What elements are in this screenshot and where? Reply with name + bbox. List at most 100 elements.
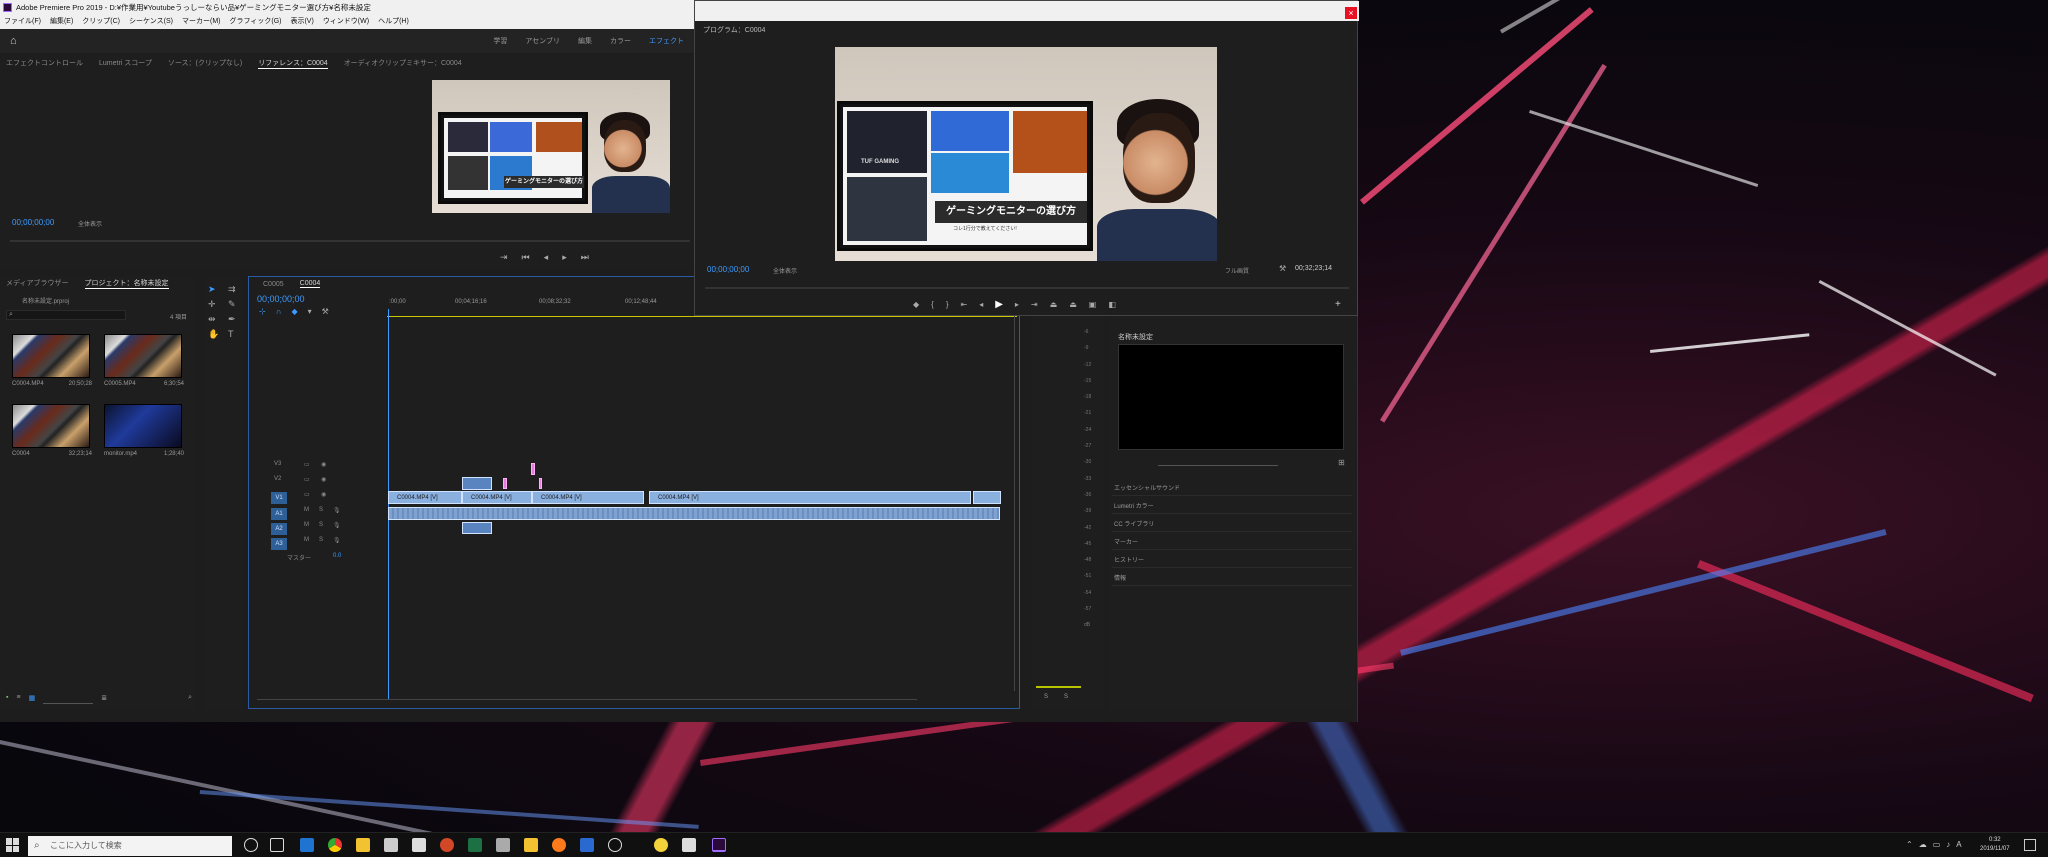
project-item[interactable]: C0004 32;23;14 (12, 404, 92, 457)
menu-marker[interactable]: マーカー(M) (182, 15, 221, 29)
solo-icon[interactable]: S (319, 522, 323, 528)
tab-sequence-c0005[interactable]: C0005 (263, 281, 284, 288)
panel-section[interactable]: 情報 (1112, 570, 1352, 586)
mic-icon[interactable]: 🎙 (333, 522, 341, 529)
play-icon[interactable]: ▶ (995, 299, 1003, 310)
mark-in-icon[interactable]: { (931, 300, 934, 309)
taskbar-clock[interactable]: 0:32 2019/11/07 (1980, 836, 2010, 854)
network-icon[interactable]: ▭ (1933, 840, 1941, 849)
new-layer-icon[interactable]: ⊞ (1338, 458, 1345, 467)
program-zoom-select[interactable]: 全体表示 (773, 266, 797, 275)
panel-section[interactable]: Lumetri カラー (1112, 498, 1352, 514)
toggle-output-icon[interactable]: ▭ (304, 461, 310, 468)
toggle-output-icon[interactable]: ▭ (304, 491, 310, 498)
marker-icon[interactable]: ▾ (308, 307, 312, 316)
panel-section[interactable]: ヒストリー (1112, 552, 1352, 568)
photos-icon[interactable] (682, 838, 696, 852)
panel-section[interactable]: マーカー (1112, 534, 1352, 550)
close-button[interactable]: × (1345, 7, 1357, 19)
program-timecode[interactable]: 00;00;00;00 (707, 265, 749, 274)
video-clip[interactable]: C0004.MP4 [V] (388, 491, 462, 504)
menu-view[interactable]: 表示(V) (290, 15, 313, 29)
premiere-taskbar-icon[interactable] (712, 838, 726, 852)
prev-frame-icon[interactable]: ◂ (544, 252, 549, 263)
ripple-edit-tool-icon[interactable]: ✛ (208, 299, 224, 310)
tab-reference[interactable]: リファレンス：C0004 (258, 58, 328, 69)
program-quality-select[interactable]: フル画質 (1225, 266, 1249, 275)
menu-help[interactable]: ヘルプ(H) (378, 15, 409, 29)
firefox-icon[interactable] (552, 838, 566, 852)
workspace-effects[interactable]: エフェクト (649, 36, 684, 46)
app-blue-icon[interactable] (580, 838, 594, 852)
tab-effect-controls[interactable]: エフェクトコントロール (6, 58, 83, 68)
taskbar-search-input[interactable]: ここに入力して検索 (28, 836, 232, 856)
graphics-zoom-slider[interactable] (1158, 460, 1278, 466)
find-icon[interactable]: ⌕ (188, 694, 192, 704)
notification-icon[interactable] (2024, 839, 2036, 851)
file-explorer-icon[interactable] (356, 838, 370, 852)
cloud-icon[interactable]: ☁ (1919, 840, 1927, 849)
sort-icon[interactable]: ≣ (101, 694, 107, 704)
menu-sequence[interactable]: シーケンス(S) (129, 15, 173, 29)
panel-section[interactable]: CC ライブラリ (1112, 516, 1352, 532)
solo-icon[interactable]: S (319, 507, 323, 513)
workspace-learning[interactable]: 学習 (493, 36, 507, 46)
store-icon[interactable] (384, 838, 398, 852)
mark-out-icon[interactable]: } (946, 300, 949, 309)
add-marker-icon[interactable]: ◆ (291, 307, 297, 316)
pen-tool-icon[interactable]: ✒ (228, 314, 244, 325)
lift-icon[interactable]: ⏏ (1050, 300, 1058, 309)
track-target-a1[interactable]: A1 (271, 508, 287, 520)
project-item[interactable]: C0004.MP4 20;50;28 (12, 334, 92, 387)
mute-icon[interactable]: M (304, 522, 309, 528)
eye-icon[interactable]: ◉ (321, 476, 326, 483)
tab-lumetri-scopes[interactable]: Lumetri スコープ (99, 58, 152, 68)
source-zoom-select[interactable]: 全体表示 (78, 219, 102, 228)
step-back-icon[interactable]: ◂ (979, 300, 983, 309)
track-target-a3[interactable]: A3 (271, 538, 287, 550)
video-clip[interactable] (973, 491, 1001, 504)
panel-section[interactable]: エッセンシャルサウンド (1112, 480, 1352, 496)
track-target-v1[interactable]: V1 (271, 492, 287, 504)
video-clip[interactable]: C0004.MP4 [V] (462, 491, 532, 504)
source-timecode[interactable]: 00;00;00;00 (12, 218, 54, 227)
wrench-icon[interactable]: ⚒ (322, 307, 329, 316)
video-clip[interactable] (462, 477, 492, 490)
mute-icon[interactable]: M (304, 537, 309, 543)
tab-media-browser[interactable]: メディアブラウザー (6, 278, 69, 288)
menu-edit[interactable]: 編集(E) (50, 15, 73, 29)
mute-icon[interactable]: M (304, 507, 309, 513)
solo-icon[interactable]: S (319, 537, 323, 543)
tab-source[interactable]: ソース：(クリップなし) (168, 58, 242, 68)
linked-selection-icon[interactable]: ∩ (276, 307, 282, 316)
timeline-h-scrollbar[interactable] (257, 699, 917, 703)
app-yellow-icon[interactable] (524, 838, 538, 852)
video-clip[interactable]: C0004.MP4 [V] (649, 491, 971, 504)
next-frame-icon[interactable]: ▸ (562, 252, 567, 263)
chrome-icon[interactable] (328, 838, 342, 852)
menu-graphics[interactable]: グラフィック(G) (230, 15, 282, 29)
icon-view-icon[interactable]: ▦ (29, 694, 36, 704)
track-target-a2[interactable]: A2 (271, 523, 287, 535)
project-item[interactable]: monitor.mp4 1;28;40 (104, 404, 184, 457)
project-search-input[interactable]: ⌕ (6, 310, 126, 320)
graphic-clip[interactable] (503, 478, 507, 489)
workspace-color[interactable]: カラー (610, 36, 631, 46)
task-view-icon[interactable] (270, 838, 284, 852)
go-to-in-icon[interactable]: ⇤ (961, 300, 968, 309)
mail-icon[interactable] (412, 838, 426, 852)
razor-tool-icon[interactable]: ✎ (228, 299, 244, 310)
lock-icon[interactable]: ▪ (6, 694, 8, 704)
hand-tool-icon[interactable]: ✋ (208, 329, 224, 340)
extract-icon[interactable]: ⏏ (1069, 300, 1077, 309)
menu-clip[interactable]: クリップ(C) (82, 15, 120, 29)
step-back-icon[interactable]: ⏮ (522, 252, 530, 263)
playhead[interactable] (388, 309, 389, 699)
audio-clip[interactable] (462, 522, 492, 534)
zoom-slider[interactable] (43, 694, 94, 704)
slip-tool-icon[interactable]: ⇹ (208, 314, 224, 325)
snap-icon[interactable]: ⊹ (259, 307, 266, 316)
program-scrub-bar[interactable] (705, 287, 1349, 289)
timeline-timecode[interactable]: 00;00;00;00 (257, 294, 305, 304)
toggle-output-icon[interactable]: ▭ (304, 476, 310, 483)
